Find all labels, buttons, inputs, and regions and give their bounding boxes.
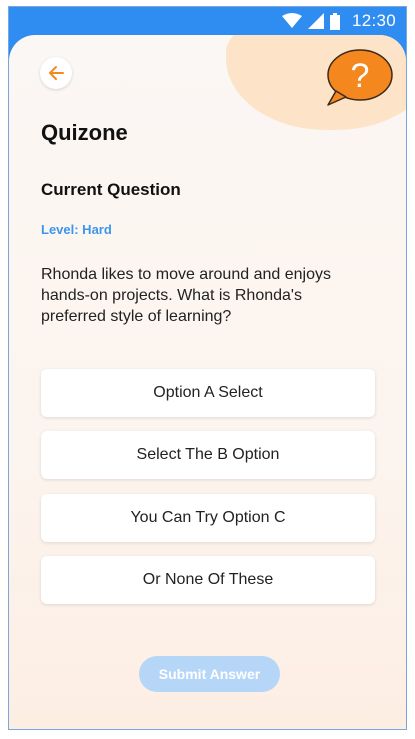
- status-time: 12:30: [351, 11, 396, 30]
- battery-icon: [329, 12, 340, 30]
- option-c-button[interactable]: You Can Try Option C: [41, 494, 375, 542]
- svg-text:?: ?: [351, 57, 370, 95]
- option-b-button[interactable]: Select The B Option: [41, 431, 375, 479]
- device-frame: 12:30 ? Quizone Current Question Level: …: [8, 6, 407, 730]
- question-bubble-icon[interactable]: ?: [322, 47, 394, 109]
- question-text: Rhonda likes to move around and enjoys h…: [41, 266, 331, 325]
- status-bar: 12:30: [9, 7, 406, 35]
- level-label: Level: Hard: [41, 222, 112, 237]
- signal-icon: [307, 13, 324, 29]
- arrow-left-icon: [49, 66, 64, 80]
- back-button[interactable]: [40, 57, 72, 89]
- option-a-button[interactable]: Option A Select: [41, 369, 375, 417]
- app-title: Quizone: [41, 120, 128, 145]
- question-heading: Current Question: [41, 180, 181, 199]
- status-icons: 12:30: [281, 11, 396, 31]
- wifi-icon: [281, 13, 302, 28]
- quiz-screen: ? Quizone Current Question Level: Hard R…: [9, 35, 406, 729]
- submit-answer-button[interactable]: Submit Answer: [139, 656, 280, 692]
- option-d-button[interactable]: Or None Of These: [41, 556, 375, 604]
